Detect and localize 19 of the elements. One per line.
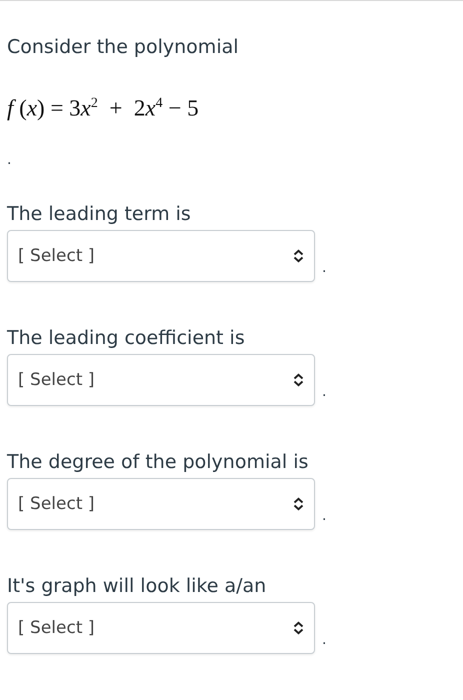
up-down-chevron-icon	[293, 248, 304, 263]
polynomial-formula: f (x) = 3x$^{2}$ + 2x$^{4}$ − 5	[7, 94, 200, 123]
period-text: .	[322, 632, 326, 648]
answer-dropdown[interactable]: [ Select ]	[7, 478, 315, 530]
answer-dropdown[interactable]: [ Select ]	[7, 602, 315, 654]
question-prompt: The leading term is	[7, 202, 192, 226]
up-down-chevron-icon	[293, 372, 304, 387]
answer-dropdown[interactable]: [ Select ]	[7, 354, 315, 406]
question-prompt: The degree of the polynomial is	[7, 450, 310, 474]
period-text: .	[322, 508, 326, 524]
up-down-chevron-icon	[293, 496, 304, 511]
up-down-chevron-icon	[293, 620, 304, 635]
question-prompt: It's graph will look like a/an	[7, 574, 268, 598]
period-text: .	[7, 152, 12, 168]
answer-dropdown[interactable]: [ Select ]	[7, 230, 315, 282]
question-text: Consider the polynomial	[7, 35, 240, 59]
period-text: .	[322, 384, 326, 400]
question-prompt: The leading coefficient is	[7, 326, 246, 350]
period-text: .	[322, 260, 326, 276]
